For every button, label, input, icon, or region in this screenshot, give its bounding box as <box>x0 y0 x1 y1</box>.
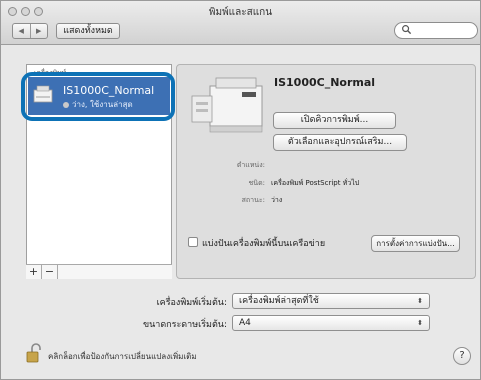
remove-printer-button[interactable]: − <box>42 265 58 279</box>
forward-button[interactable]: ▶ <box>29 24 48 38</box>
forward-arrow-icon: ▶ <box>36 27 42 35</box>
popup-arrows-icon: ⬍ <box>417 297 423 305</box>
help-button[interactable]: ? <box>453 347 471 365</box>
share-printer-label: แบ่งปันเครื่องพิมพ์นี้บนเครือข่าย <box>202 239 326 249</box>
location-label: ตำแหน่ง: <box>236 161 265 169</box>
default-printer-value: เครื่องพิมพ์ล่าสุดที่ใช้ <box>239 296 319 306</box>
status-value: ว่าง <box>271 196 283 204</box>
search-input[interactable] <box>394 22 478 39</box>
kind-label: ชนิด: <box>248 179 265 187</box>
show-all-button[interactable]: แสดงทั้งหมด <box>56 23 120 39</box>
back-arrow-icon: ◀ <box>18 27 24 35</box>
options-supplies-button[interactable]: ตัวเลือกและอุปกรณ์เสริม... <box>273 134 407 151</box>
lock-icon[interactable] <box>26 343 42 363</box>
share-printer-checkbox[interactable] <box>188 237 198 247</box>
kind-value: เครื่องพิมพ์ PostScript ทั่วไป <box>271 179 360 187</box>
printer-name-heading: IS1000C_Normal <box>274 76 376 89</box>
default-printer-popup[interactable]: เครื่องพิมพ์ล่าสุดที่ใช้ ⬍ <box>232 293 430 309</box>
back-forward-group: ◀ ▶ <box>12 23 48 39</box>
printer-large-icon <box>191 77 263 133</box>
search-icon <box>402 25 412 35</box>
popup-arrows-icon: ⬍ <box>417 319 423 327</box>
add-remove-bar: + − <box>26 264 172 279</box>
add-printer-button[interactable]: + <box>26 265 42 279</box>
default-paper-size-value: A4 <box>239 318 251 328</box>
default-paper-size-label: ขนาดกระดาษเริ่มต้น: <box>142 320 227 330</box>
open-print-queue-button[interactable]: เปิดคิวการพิมพ์... <box>273 112 396 129</box>
default-paper-size-popup[interactable]: A4 ⬍ <box>232 315 430 331</box>
window-title: พิมพ์และสแกน <box>208 7 273 18</box>
back-button[interactable]: ◀ <box>13 24 30 38</box>
sharing-preferences-button[interactable]: การตั้งค่าการแบ่งปัน... <box>371 235 460 252</box>
selection-highlight-ring <box>21 72 175 121</box>
status-label: สถานะ: <box>241 196 265 204</box>
lock-instruction-text: คลิกล็อกเพื่อป้องกันการเปลี่ยนแปลงเพิ่มเ… <box>48 352 197 361</box>
default-printer-label: เครื่องพิมพ์เริ่มต้น: <box>156 298 227 308</box>
preferences-window: พิมพ์และสแกน ◀ ▶ แสดงทั้งหมด เครื่องพิมพ… <box>0 0 481 380</box>
titlebar: พิมพ์และสแกน ◀ ▶ แสดงทั้งหมด <box>1 1 480 45</box>
